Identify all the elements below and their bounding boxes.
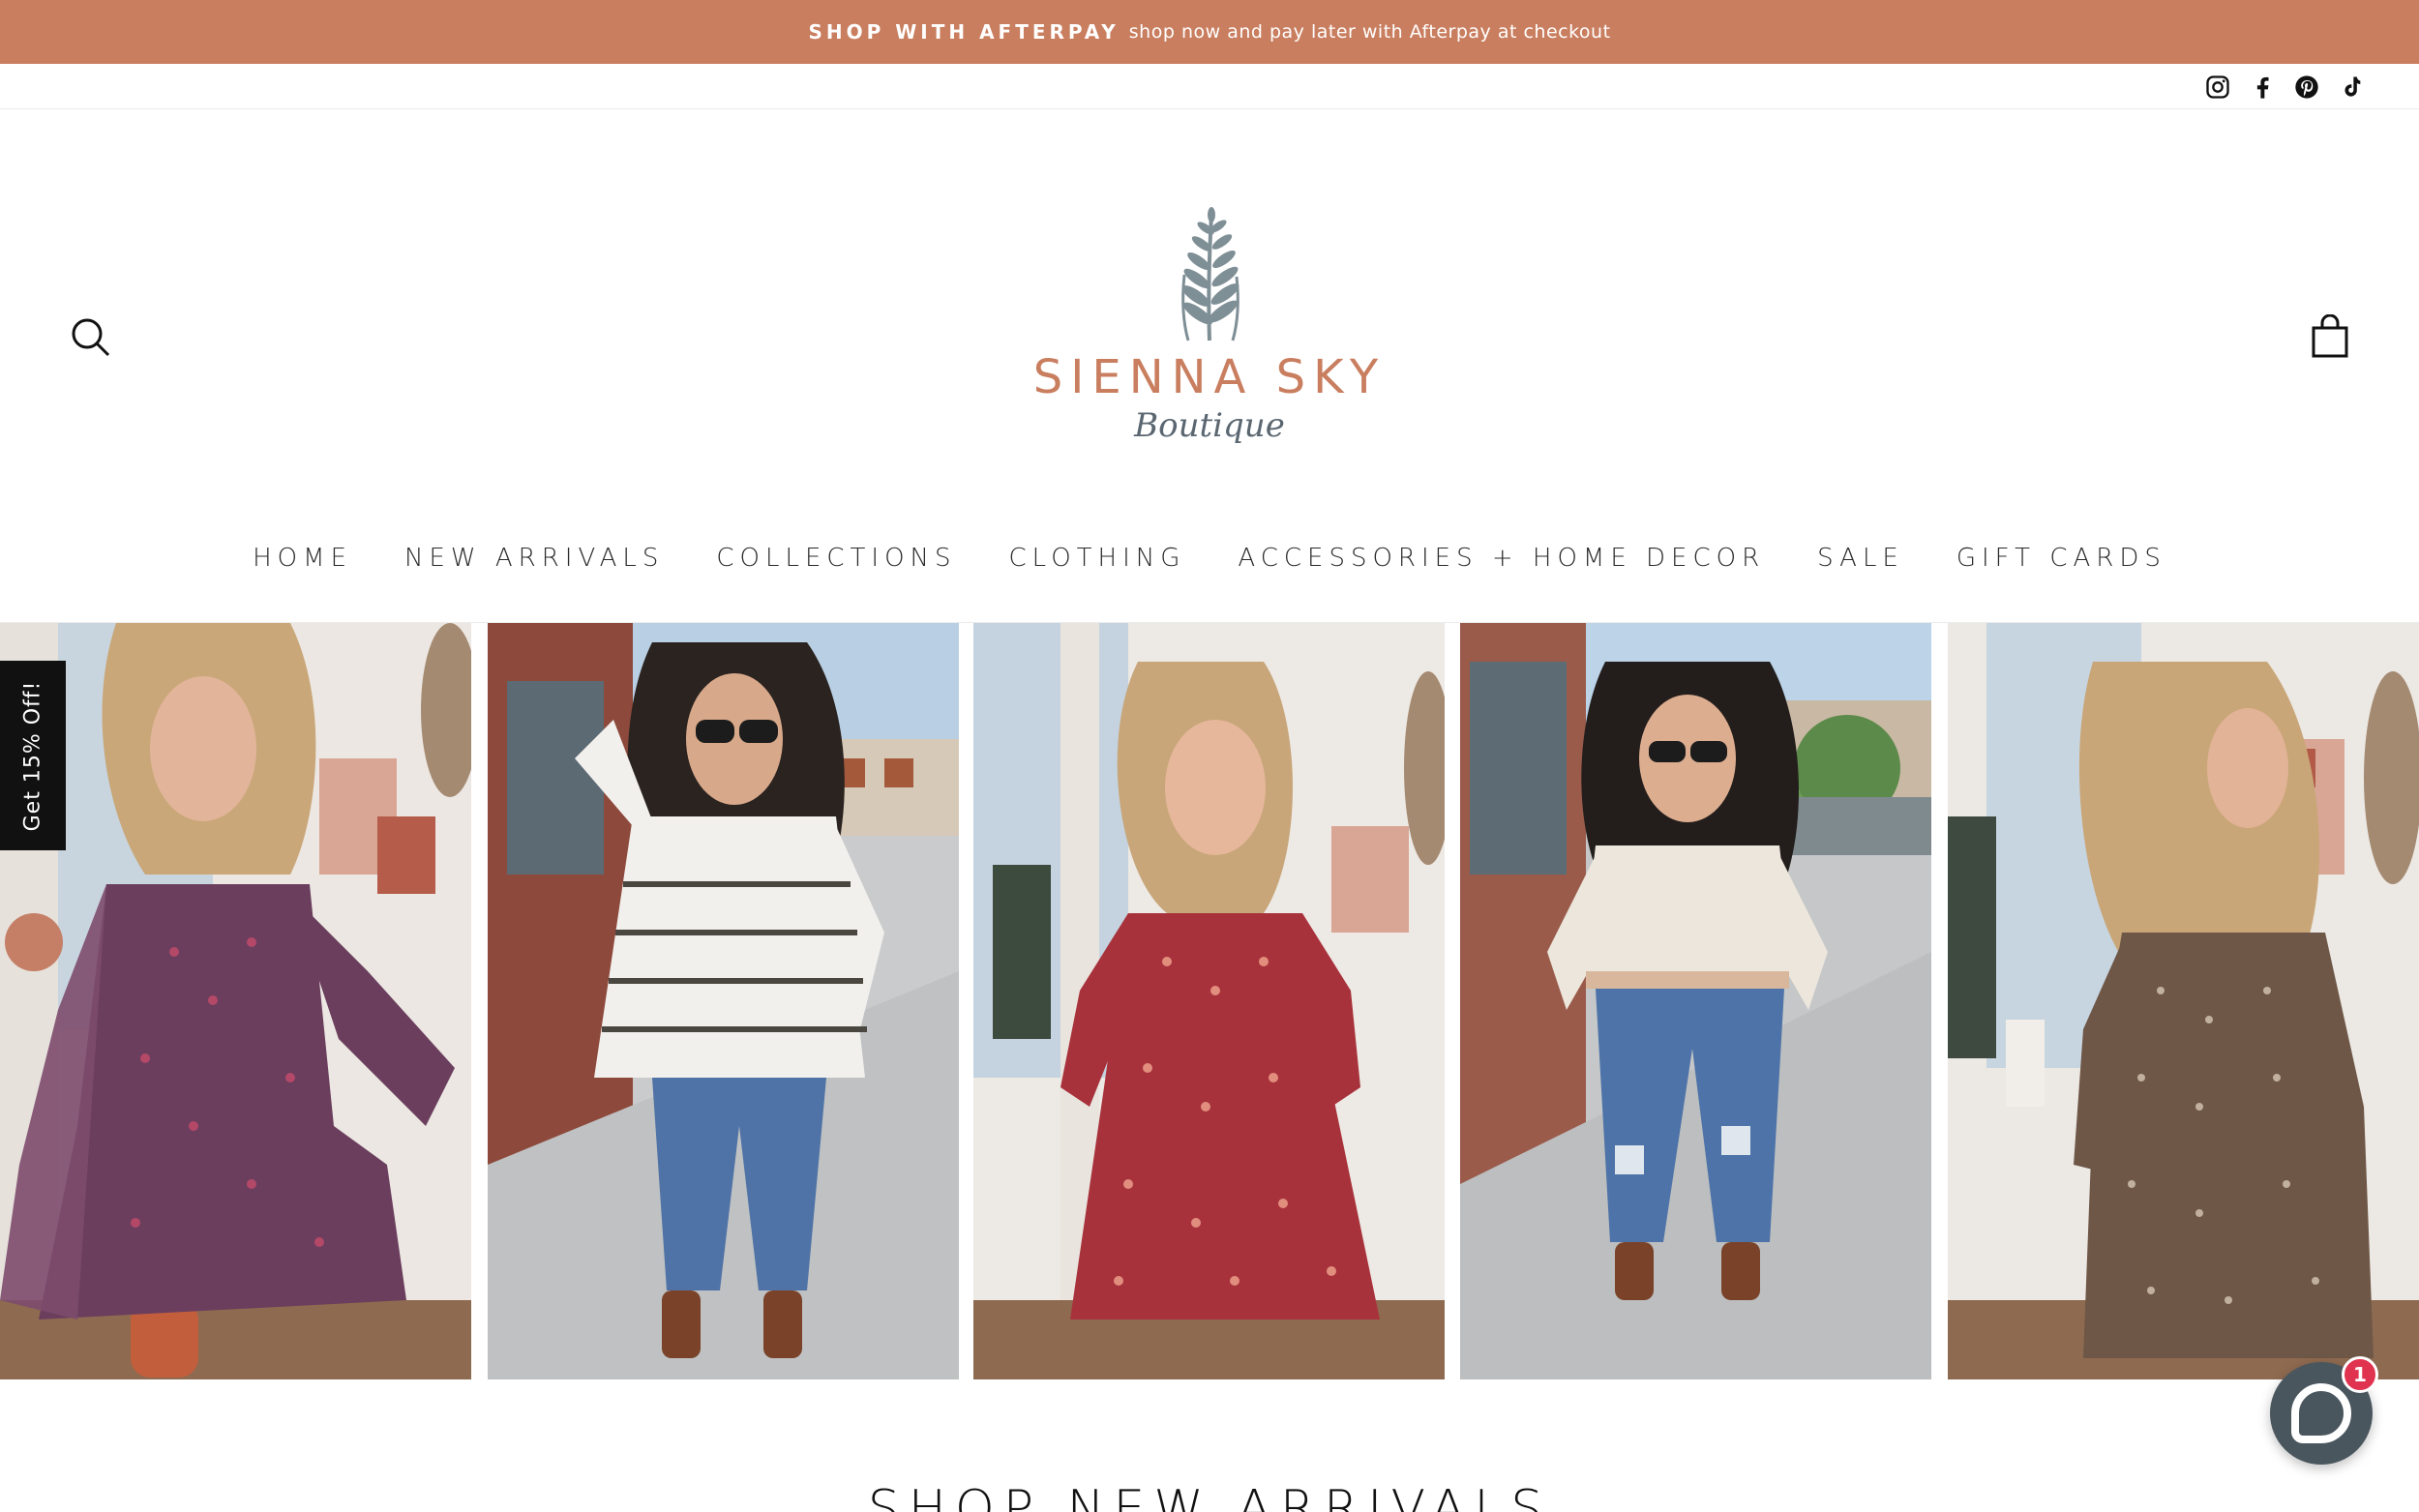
discount-tab-label: Get 15% Off! [20,680,45,831]
photo-image [488,623,959,1379]
discount-tab[interactable]: Get 15% Off! [0,661,66,850]
pinterest-icon[interactable] [2291,72,2322,103]
main-nav: HOME NEW ARRIVALS COLLECTIONS CLOTHING A… [0,534,2419,582]
sprig-icon [1181,207,1239,341]
announcement-strong: SHOP WITH AFTERPAY [808,20,1120,44]
logo-name: SIENNA SKY [1032,350,1387,404]
cart-button[interactable] [2311,313,2349,359]
photo-tile-5[interactable] [1948,623,2419,1379]
nav-home[interactable]: HOME [253,544,352,573]
search-icon [72,318,110,357]
photo-image [1948,623,2419,1379]
photo-image [0,623,471,1379]
announcement-text: shop now and pay later with Afterpay at … [1128,21,1611,43]
announcement-bar[interactable]: SHOP WITH AFTERPAY shop now and pay late… [0,0,2419,64]
instagram-photo-strip [0,622,2419,1379]
photo-image [1460,623,1931,1379]
store-logo[interactable]: SIENNA SKY Boutique [1026,207,1393,468]
nav-gift-cards[interactable]: GIFT CARDS [1956,544,2166,573]
section-title: SHOP NEW ARRIVALS [867,1480,1552,1512]
facebook-icon[interactable] [2247,72,2278,103]
social-links [2202,72,2367,103]
chat-badge: 1 [2342,1356,2378,1393]
social-row [0,64,2419,109]
photo-tile-2[interactable] [488,623,959,1379]
photo-image [973,623,1445,1379]
nav-sale[interactable]: SALE [1817,544,1904,573]
cart-icon [2312,313,2348,358]
photo-tile-1[interactable] [0,623,471,1379]
tiktok-icon[interactable] [2336,72,2367,103]
logo-script: Boutique [1134,406,1285,445]
nav-new-arrivals[interactable]: NEW ARRIVALS [404,544,664,573]
instagram-icon[interactable] [2202,72,2233,103]
chat-icon [2291,1383,2351,1443]
nav-clothing[interactable]: CLOTHING [1009,544,1186,573]
search-button[interactable] [70,316,112,359]
nav-collections[interactable]: COLLECTIONS [716,544,956,573]
photo-tile-4[interactable] [1460,623,1931,1379]
photo-tile-3[interactable] [973,623,1445,1379]
nav-accessories-home-decor[interactable]: ACCESSORIES + HOME DECOR [1238,544,1765,573]
